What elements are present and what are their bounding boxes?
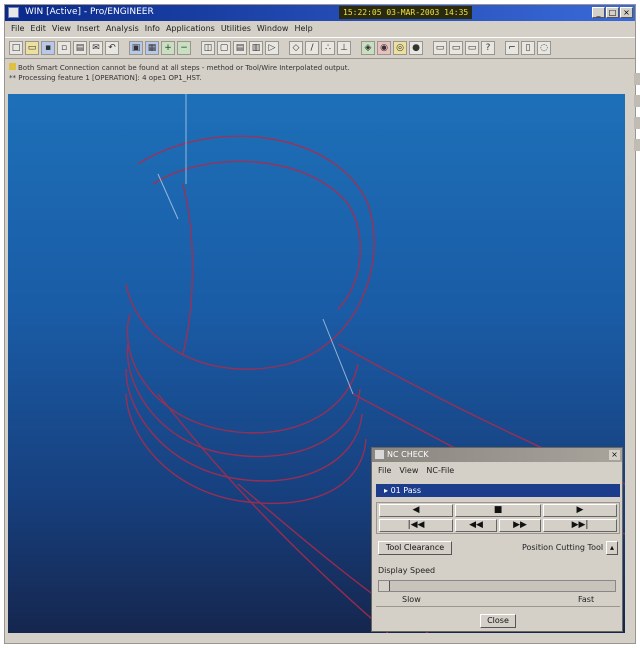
zoom-in-icon[interactable]: +: [161, 41, 175, 55]
close-dialog-button[interactable]: Close: [480, 614, 516, 628]
menu-file[interactable]: File: [11, 22, 24, 36]
layers-icon[interactable]: ▤: [233, 41, 247, 55]
spin-center-icon[interactable]: ▷: [265, 41, 279, 55]
dialog-title: NC CHECK: [387, 450, 429, 459]
go-to-start-button[interactable]: |◀◀: [379, 519, 453, 532]
warning-icon: [9, 63, 16, 70]
window-controls: _ □ ×: [592, 7, 633, 18]
position-tool-spin-icon[interactable]: ▴: [606, 541, 618, 555]
save-copy-icon[interactable]: ▫: [57, 41, 71, 55]
minimize-button[interactable]: _: [592, 7, 605, 18]
datum-plane-icon[interactable]: ◇: [289, 41, 303, 55]
menu-view[interactable]: View: [52, 22, 71, 36]
coord-sys-icon[interactable]: ⊥: [337, 41, 351, 55]
dialog-title-bar: NC CHECK ×: [372, 448, 622, 462]
step-forward-button[interactable]: ▶▶: [499, 519, 541, 532]
message-area: Both Smart Connection cannot be found at…: [9, 63, 609, 85]
undo-icon[interactable]: ↶: [105, 41, 119, 55]
title-bar: WIN [Active] - Pro/ENGINEER 15:22:05 03-…: [5, 5, 635, 21]
view-orient-icon[interactable]: ◫: [201, 41, 215, 55]
print-icon[interactable]: ▤: [73, 41, 87, 55]
message-line-1: Both Smart Connection cannot be found at…: [9, 63, 609, 73]
tool-clearance-button[interactable]: Tool Clearance: [378, 541, 452, 555]
main-toolbar: □ ▭ ▪ ▫ ▤ ✉ ↶ ▣ ▦ + − ◫ ▢ ▤ ▥ ▷ ◇ / ∴ ⊥ …: [5, 37, 635, 59]
app-icon: [8, 7, 19, 18]
toolpath-lead-5: [182, 183, 194, 355]
repaint-icon[interactable]: ▣: [129, 41, 143, 55]
playback-controls: ◀ ■ ▶ |◀◀ ◀◀ ▶▶ ▶▶|: [376, 502, 620, 534]
message-line-2: ** Processing feature 1 [OPERATION]: 4 o…: [9, 74, 202, 82]
context-help-icon[interactable]: ?: [481, 41, 495, 55]
step-back-button[interactable]: ◀◀: [455, 519, 497, 532]
dialog-menu-view[interactable]: View: [399, 466, 418, 475]
selected-pass-row[interactable]: ▸ 01 Pass: [376, 484, 620, 497]
clock-readout: 15:22:05 03-MAR-2003 14:35: [339, 6, 473, 19]
wireframe-icon[interactable]: ◈: [361, 41, 375, 55]
go-to-end-button[interactable]: ▶▶|: [543, 519, 617, 532]
right-tool-1-icon[interactable]: [634, 73, 640, 85]
sketch-icon[interactable]: ⌐: [505, 41, 519, 55]
display-speed-label: Display Speed: [378, 566, 436, 575]
zoom-out-icon[interactable]: −: [177, 41, 191, 55]
revolve-icon[interactable]: ◌: [537, 41, 551, 55]
window-title: WIN [Active] - Pro/ENGINEER: [25, 7, 154, 17]
dialog-app-icon: [375, 450, 384, 459]
menu-info[interactable]: Info: [145, 22, 160, 36]
email-icon[interactable]: ✉: [89, 41, 103, 55]
menu-help[interactable]: Help: [294, 22, 312, 36]
stop-button[interactable]: ■: [455, 504, 541, 517]
toolpath-ring-5: [125, 393, 367, 505]
window-cascade-icon[interactable]: ▭: [449, 41, 463, 55]
right-tool-3-icon[interactable]: [634, 117, 640, 129]
window-tile-icon[interactable]: ▭: [433, 41, 447, 55]
no-hidden-icon[interactable]: ◎: [393, 41, 407, 55]
dialog-close-icon[interactable]: ×: [609, 450, 620, 460]
datum-axis-icon[interactable]: /: [305, 41, 319, 55]
position-tool-label: Position Cutting Tool: [522, 543, 604, 552]
play-forward-button[interactable]: ▶: [543, 504, 617, 517]
shading-icon[interactable]: ●: [409, 41, 423, 55]
slider-thumb[interactable]: [379, 581, 390, 591]
refit-icon[interactable]: ▦: [145, 41, 159, 55]
fast-label: Fast: [578, 595, 595, 604]
display-speed-slider[interactable]: [378, 580, 616, 592]
play-reverse-button[interactable]: ◀: [379, 504, 453, 517]
menu-window[interactable]: Window: [257, 22, 289, 36]
window-list-icon[interactable]: ▭: [465, 41, 479, 55]
toolpath-ring-1: [125, 135, 375, 370]
menu-applications[interactable]: Applications: [166, 22, 215, 36]
right-toolbar-strip: [633, 63, 640, 263]
hidden-line-icon[interactable]: ◉: [377, 41, 391, 55]
menu-analysis[interactable]: Analysis: [106, 22, 139, 36]
close-button[interactable]: ×: [620, 7, 633, 18]
toolpath-ring-6: [152, 160, 362, 310]
right-tool-4-icon[interactable]: [634, 139, 640, 151]
new-file-icon[interactable]: □: [9, 41, 23, 55]
menu-bar: File Edit View Insert Analysis Info Appl…: [5, 22, 635, 36]
nc-check-dialog: NC CHECK × File View NC-File ▸ 01 Pass ◀…: [371, 447, 623, 632]
dialog-menu-ncfile[interactable]: NC-File: [426, 466, 454, 475]
toolpath-ring-2: [126, 313, 359, 434]
menu-utilities[interactable]: Utilities: [221, 22, 251, 36]
right-tool-2-icon[interactable]: [634, 95, 640, 107]
dialog-menu-bar: File View NC-File: [378, 466, 454, 475]
rapid-move-1: [157, 173, 179, 220]
rapid-move-2: [322, 318, 354, 395]
saved-views-icon[interactable]: ▢: [217, 41, 231, 55]
extrude-icon[interactable]: ▯: [521, 41, 535, 55]
menu-edit[interactable]: Edit: [30, 22, 46, 36]
maximize-button[interactable]: □: [606, 7, 619, 18]
model-tree-icon[interactable]: ▥: [249, 41, 263, 55]
datum-point-icon[interactable]: ∴: [321, 41, 335, 55]
slow-label: Slow: [402, 595, 421, 604]
dialog-divider: [376, 606, 620, 607]
save-icon[interactable]: ▪: [41, 41, 55, 55]
dialog-menu-file[interactable]: File: [378, 466, 391, 475]
menu-insert[interactable]: Insert: [77, 22, 100, 36]
open-folder-icon[interactable]: ▭: [25, 41, 39, 55]
